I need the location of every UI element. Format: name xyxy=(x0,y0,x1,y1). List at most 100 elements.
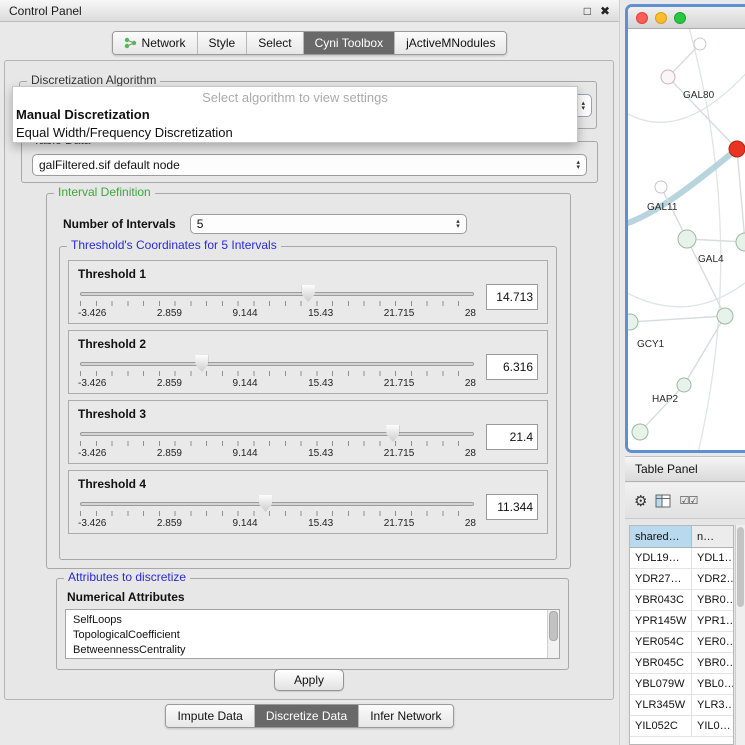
network-node-gcy1[interactable] xyxy=(628,314,638,330)
table-cell[interactable]: YBL0… xyxy=(692,674,733,694)
table-scrollbar[interactable] xyxy=(735,525,745,745)
float-window-icon[interactable]: □ xyxy=(584,4,591,18)
slider-scale: -3.4262.8599.14415.4321.71528 xyxy=(78,378,476,389)
tab-select[interactable]: Select xyxy=(247,32,303,54)
network-node-hap2[interactable] xyxy=(677,378,691,392)
minimize-traffic-light-icon[interactable] xyxy=(655,12,667,24)
scale-label: 15.43 xyxy=(308,448,333,459)
attribute-item[interactable]: TopologicalCoefficient xyxy=(73,628,541,643)
table-cell[interactable]: YLR3… xyxy=(692,695,733,715)
table-row[interactable]: YLR345WYLR3… xyxy=(630,695,733,716)
number-of-intervals-label: Number of Intervals xyxy=(63,217,176,231)
threshold-slider[interactable]: -3.4262.8599.14415.4321.71528 xyxy=(78,354,476,394)
tab-label: Select xyxy=(258,36,291,50)
table-row[interactable]: YIL052CYIL0… xyxy=(630,716,733,737)
slider-track[interactable] xyxy=(80,432,474,436)
list-scrollbar[interactable] xyxy=(547,610,559,658)
network-node-gal80[interactable] xyxy=(661,70,675,84)
slider-scale: -3.4262.8599.14415.4321.71528 xyxy=(78,308,476,319)
table-scrollbar-thumb[interactable] xyxy=(737,527,744,607)
list-scrollbar-thumb[interactable] xyxy=(549,611,558,641)
close-icon[interactable]: ✖ xyxy=(600,4,610,18)
table-cell[interactable]: YDR27… xyxy=(630,569,692,589)
slider-track[interactable] xyxy=(80,502,474,506)
table-row[interactable]: YER054CYER0… xyxy=(630,632,733,653)
table-cell[interactable]: YER054C xyxy=(630,632,692,652)
threshold-slider[interactable]: -3.4262.8599.14415.4321.71528 xyxy=(78,424,476,464)
number-of-intervals-combobox[interactable]: 5 ▴▾ xyxy=(190,214,467,234)
table-cell[interactable]: YPR1… xyxy=(692,611,733,631)
slider-thumb[interactable] xyxy=(195,355,208,372)
table-cell[interactable]: YBR045C xyxy=(630,653,692,673)
tab-impute-data[interactable]: Impute Data xyxy=(166,705,254,727)
table-cell[interactable]: YDL1… xyxy=(692,548,733,568)
numerical-attributes-listbox[interactable]: SelfLoopsTopologicalCoefficientBetweenne… xyxy=(65,609,560,659)
tab-discretize-data[interactable]: Discretize Data xyxy=(255,705,359,727)
scale-label: 28 xyxy=(465,378,476,389)
network-node[interactable] xyxy=(694,38,706,50)
threshold-value-field[interactable]: 14.713 xyxy=(486,284,538,310)
highlighted-edge[interactable] xyxy=(628,149,737,225)
table-panel-title: Table Panel xyxy=(635,462,698,476)
node-label: GCY1 xyxy=(637,339,665,350)
columns-icon[interactable] xyxy=(655,494,671,508)
tab-network[interactable]: Network xyxy=(113,32,198,54)
slider-track[interactable] xyxy=(80,292,474,296)
slider-thumb[interactable] xyxy=(302,285,315,302)
network-canvas[interactable]: GAL80GAL11GAL4GCY1HAP2 xyxy=(628,29,745,449)
threshold-value-field[interactable]: 11.344 xyxy=(486,494,538,520)
table-cell[interactable]: YIL0… xyxy=(692,716,733,736)
network-edge xyxy=(668,77,737,149)
slider-thumb[interactable] xyxy=(259,495,272,512)
network-node-gal4[interactable] xyxy=(678,230,696,248)
table-row[interactable]: YDR27…YDR2… xyxy=(630,569,733,590)
network-node[interactable] xyxy=(729,141,745,157)
network-node[interactable] xyxy=(717,308,733,324)
table-cell[interactable]: YDR2… xyxy=(692,569,733,589)
zoom-traffic-light-icon[interactable] xyxy=(674,12,686,24)
network-node[interactable] xyxy=(632,424,648,440)
table-body: YDL19…YDL1…YDR27…YDR2…YBR043CYBR0…YPR145… xyxy=(630,548,733,737)
threshold-slider[interactable]: -3.4262.8599.14415.4321.71528 xyxy=(78,284,476,324)
tab-jactivemnodules[interactable]: jActiveMNodules xyxy=(395,32,506,54)
attribute-item[interactable]: SelfLoops xyxy=(73,613,541,628)
table-row[interactable]: YBL079WYBL0… xyxy=(630,674,733,695)
row-select-icon[interactable]: ☑☑ xyxy=(679,494,697,507)
gear-icon[interactable]: ⚙ xyxy=(634,492,647,510)
threshold-slider[interactable]: -3.4262.8599.14415.4321.71528 xyxy=(78,494,476,534)
column-header-name[interactable]: n… xyxy=(692,526,733,547)
table-cell[interactable]: YBL079W xyxy=(630,674,692,694)
dropdown-item-equal-width[interactable]: Equal Width/Frequency Discretization xyxy=(13,124,577,142)
table-cell[interactable]: YDL19… xyxy=(630,548,692,568)
table-row[interactable]: YPR145WYPR1… xyxy=(630,611,733,632)
attributes-to-discretize-group: Attributes to discretize Numerical Attri… xyxy=(56,578,569,670)
table-row[interactable]: YBR043CYBR0… xyxy=(630,590,733,611)
table-row[interactable]: YDL19…YDL1… xyxy=(630,548,733,569)
tab-style[interactable]: Style xyxy=(198,32,248,54)
network-node-gal11[interactable] xyxy=(655,181,667,193)
tab-infer-network[interactable]: Infer Network xyxy=(359,705,452,727)
network-node[interactable] xyxy=(736,233,745,251)
table-cell[interactable]: YBR0… xyxy=(692,590,733,610)
column-header-shared-name[interactable]: shared… xyxy=(630,526,692,547)
threshold-value-field[interactable]: 21.4 xyxy=(486,424,538,450)
apply-button[interactable]: Apply xyxy=(274,669,344,691)
network-edge xyxy=(684,316,725,385)
slider-track[interactable] xyxy=(80,362,474,366)
threshold-value-field[interactable]: 6.316 xyxy=(486,354,538,380)
table-cell[interactable]: YPR145W xyxy=(630,611,692,631)
table-cell[interactable]: YLR345W xyxy=(630,695,692,715)
table-row[interactable]: YBR045CYBR0… xyxy=(630,653,733,674)
table-data-combobox[interactable]: galFiltered.sif default node ▴▾ xyxy=(32,154,587,176)
network-view-window[interactable]: GAL80GAL11GAL4GCY1HAP2 xyxy=(625,4,745,453)
network-edge xyxy=(737,149,745,242)
table-cell[interactable]: YER0… xyxy=(692,632,733,652)
table-cell[interactable]: YIL052C xyxy=(630,716,692,736)
dropdown-item-manual-discretization[interactable]: Manual Discretization xyxy=(13,106,577,124)
table-cell[interactable]: YBR0… xyxy=(692,653,733,673)
slider-thumb[interactable] xyxy=(386,425,399,442)
close-traffic-light-icon[interactable] xyxy=(636,12,648,24)
attribute-item[interactable]: BetweennessCentrality xyxy=(73,643,541,658)
tab-cyni-toolbox[interactable]: Cyni Toolbox xyxy=(304,32,395,54)
table-cell[interactable]: YBR043C xyxy=(630,590,692,610)
